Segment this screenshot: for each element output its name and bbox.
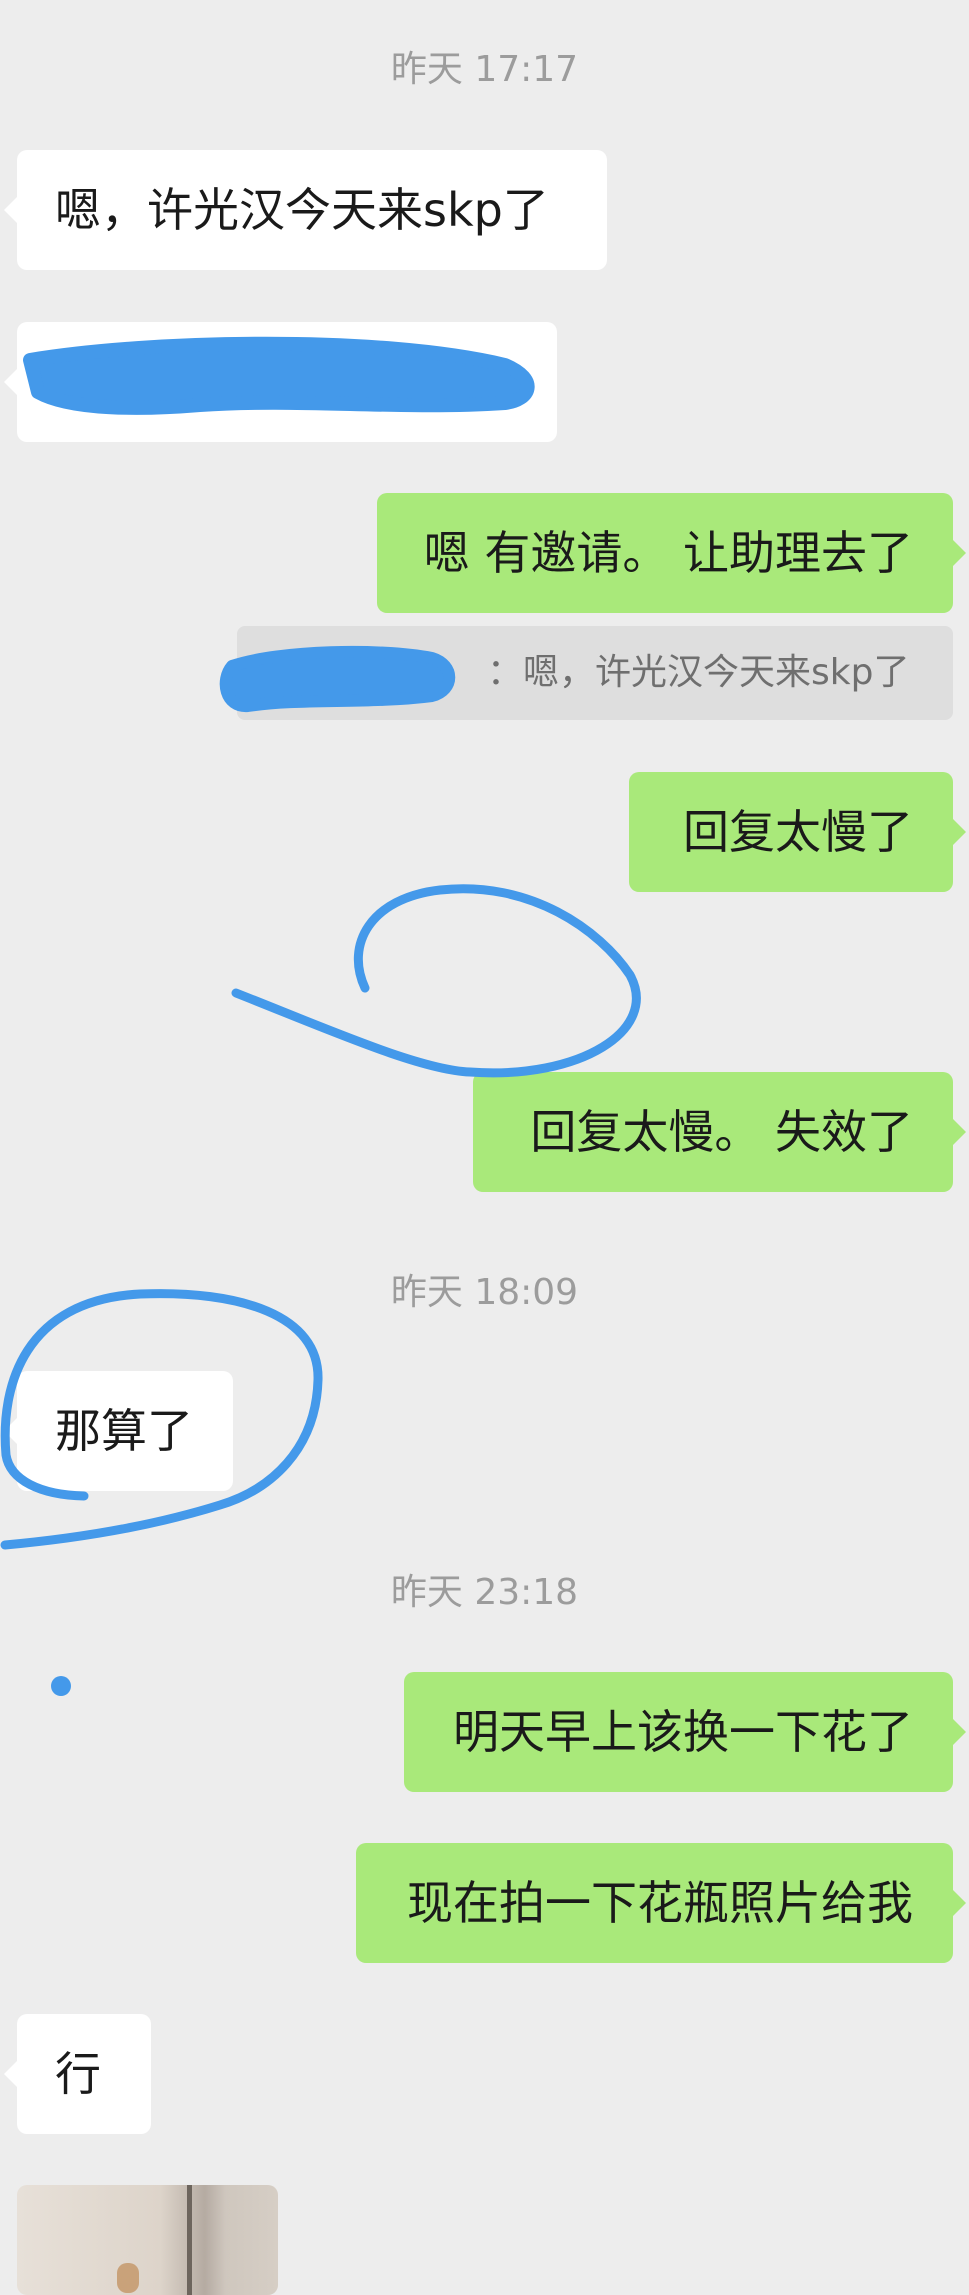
annotation-dot — [51, 1676, 71, 1696]
annotation-circle — [0, 1289, 323, 1550]
redaction-scribble — [219, 645, 456, 712]
redaction-annotations — [0, 336, 641, 1696]
annotation-circle — [231, 884, 641, 1078]
redaction-scribble — [23, 336, 535, 415]
